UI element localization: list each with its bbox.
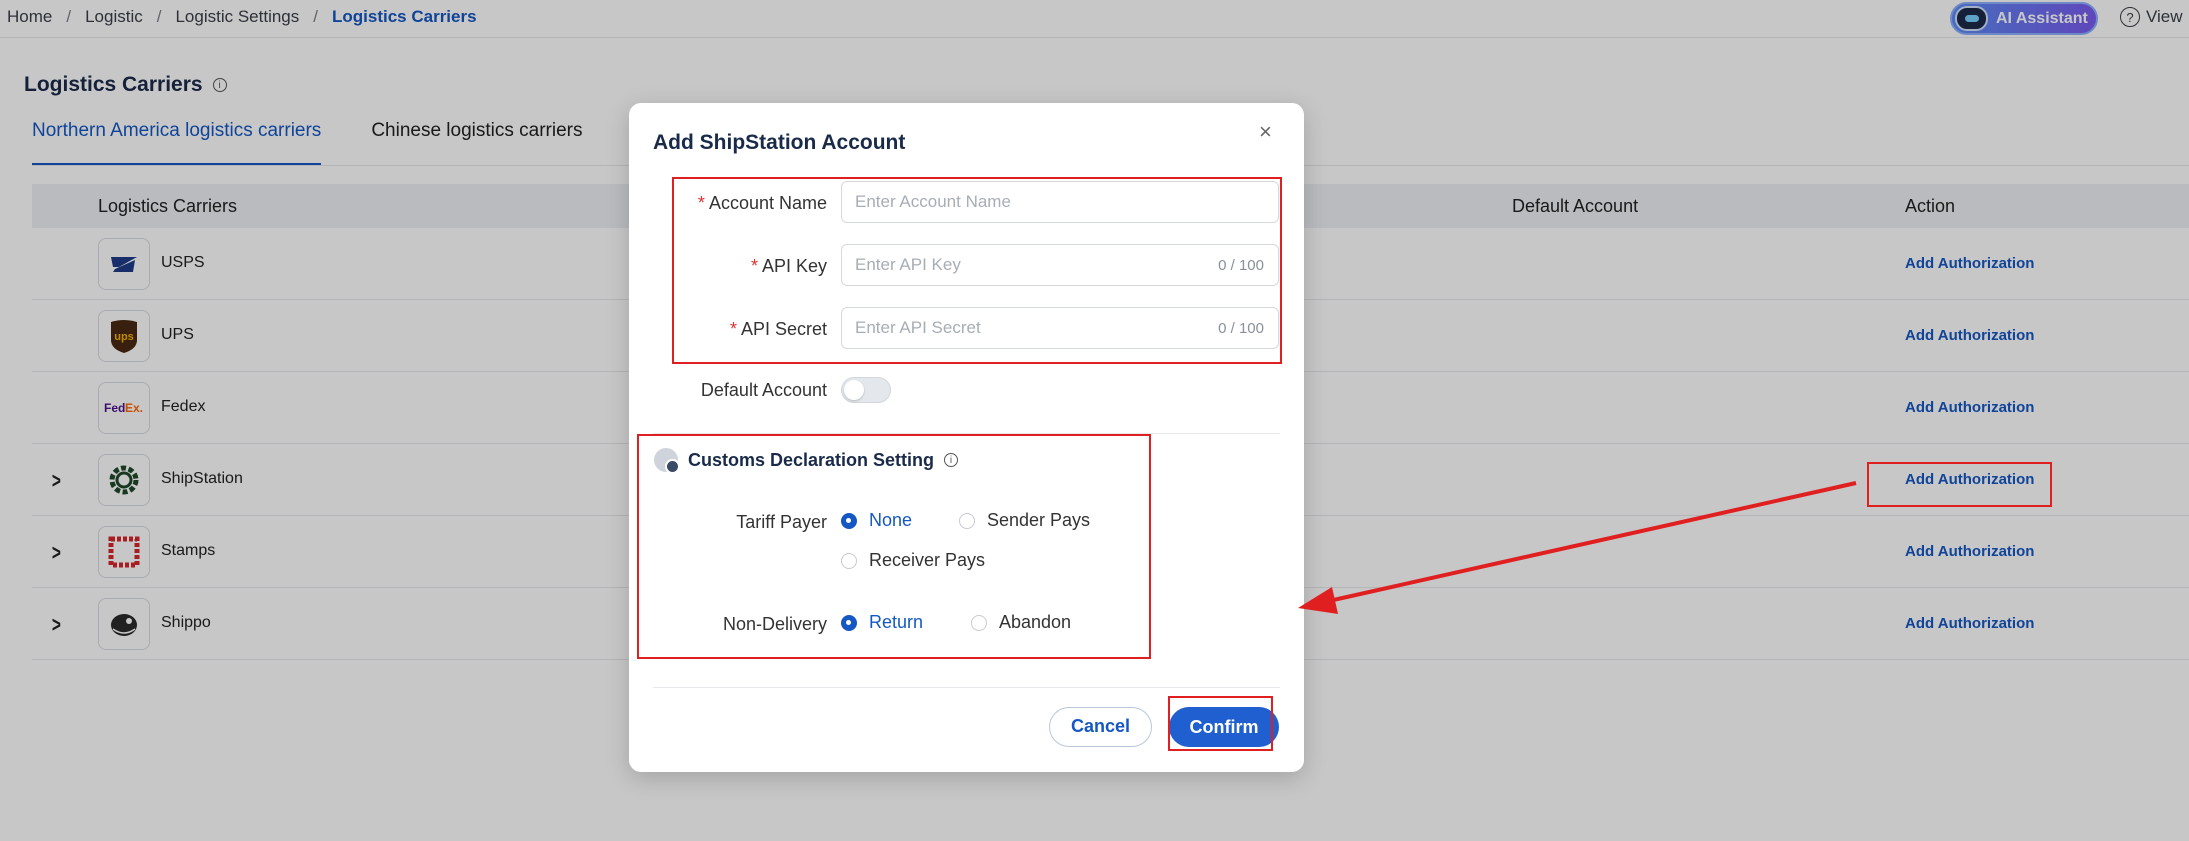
annotation-arrow <box>1298 481 1857 614</box>
arrow-shaft <box>1319 481 1857 605</box>
arrow-head <box>1298 587 1338 614</box>
